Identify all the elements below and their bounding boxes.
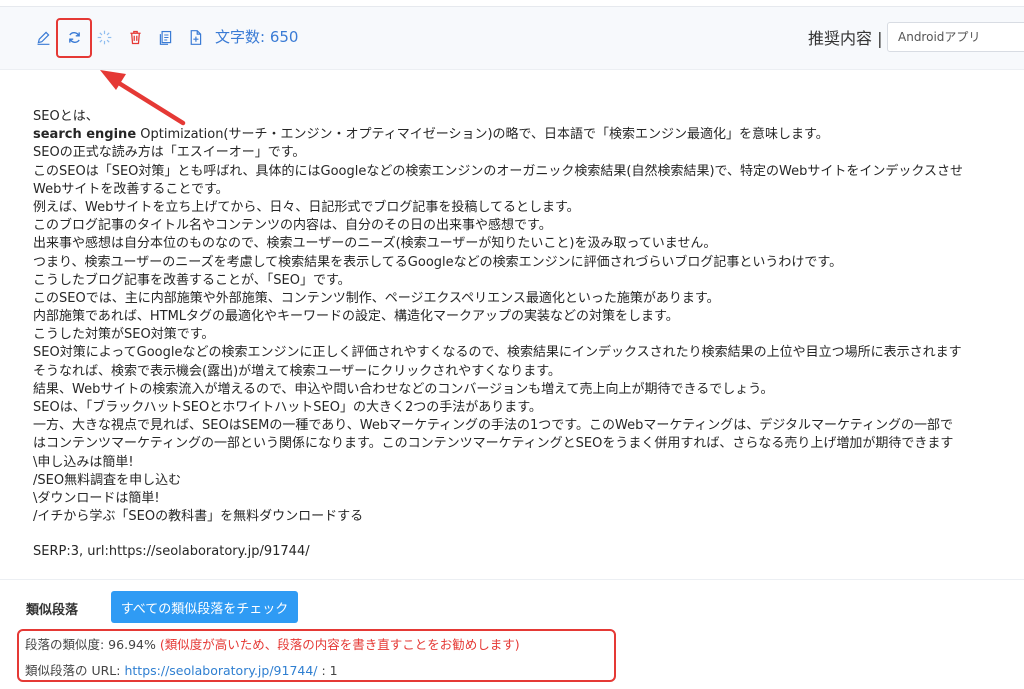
recommend-label: 推奨内容 | [808, 29, 883, 48]
content-line: \ダウンロードは簡単! [33, 490, 160, 506]
bold-term: search engine [33, 127, 137, 143]
similarity-highlight-box [17, 629, 616, 682]
content-line: このSEOでは、主に内部施策や外部施策、コンテンツ制作、ページエクスペリエンス最… [33, 290, 720, 306]
similar-paragraph-title: 類似段落 [26, 603, 79, 618]
content-line: SEOの正式な読み方は「エスイーオー」です。 [33, 145, 306, 161]
add-document-icon[interactable] [186, 28, 204, 46]
content-line: こうしたブログ記事を改善することが、「SEO」です。 [33, 272, 351, 288]
content-line: つまり、検索ユーザーのニーズを考慮して検索結果を表示してるGoogleなどの検索… [33, 254, 843, 270]
toolbar: 文字数: 650 推奨内容 | Androidアプリ [0, 7, 1024, 70]
delete-icon[interactable] [126, 28, 144, 46]
content-line: Webサイトを改善することです。 [33, 181, 229, 197]
article-content: SEOとは、 search engine Optimization(サーチ・エン… [33, 108, 1024, 526]
content-line: SEOは、「ブラックハットSEOとホワイトハットSEO」の大きく2つの手法があり… [33, 400, 542, 415]
content-line: 例えば、Webサイトを立ち上げてから、日々、日記形式でブログ記事を投稿してるとし… [33, 199, 580, 215]
editor-panel: 文字数: 650 推奨内容 | Androidアプリ SEOとは、 search… [0, 6, 1024, 689]
content-line: /SEO無料調査を申し込む [33, 472, 182, 488]
content-line: 一方、大きな視点で見れば、SEOはSEMの一種であり、Webマーケティングの手法… [33, 418, 954, 434]
check-all-similar-button[interactable]: すべての類似段落をチェック [111, 591, 298, 623]
content-line: このブログ記事のタイトル名やコンテンツの内容は、自分のその日の出来事や感想です。 [33, 218, 552, 234]
content-line: 内部施策であれば、HTMLタグの最適化やキーワードの設定、構造化マークアップの実… [33, 309, 679, 325]
content-line: こうした対策がSEO対策です。 [33, 327, 215, 343]
content-line: SEO対策によってGoogleなどの検索エンジンに正しく評価されやすくなるので、… [33, 345, 962, 361]
edit-icon[interactable] [34, 28, 52, 46]
content-line: 結果、Webサイトの検索流入が増えるので、申込や問い合わせなどのコンバージョンも… [33, 381, 774, 397]
sparkle-icon[interactable] [95, 28, 113, 46]
content-line: \申し込みは簡単! [33, 454, 134, 470]
serp-info: SERP:3, url:https://seolaboratory.jp/917… [33, 544, 310, 559]
refresh-highlight-box [56, 18, 92, 58]
content-line: そうなれば、検索で表示機会(露出)が増えて検索ユーザーにクリックされやすくなりま… [33, 363, 561, 379]
content-line: /イチから学ぶ「SEOの教科書」を無料ダウンロードする [33, 509, 364, 525]
content-text: Optimization(サーチ・エンジン・オプティマイゼーション)の略で、日本… [136, 127, 829, 143]
section-divider [0, 579, 1024, 580]
content-line: はコンテンツマーケティングの一部という関係になります。このコンテンツマーケティン… [33, 436, 954, 452]
content-line: search engine Optimization(サーチ・エンジン・オプティ… [33, 126, 1024, 144]
content-line: SEOとは、 [33, 109, 99, 124]
character-count: 文字数: 650 [215, 28, 299, 46]
content-line: 出来事や感想は自分本位のものなので、検索ユーザーのニーズ(検索ユーザーが知りたい… [33, 236, 717, 252]
copy-icon[interactable] [156, 28, 174, 46]
recommend-select[interactable]: Androidアプリ [887, 22, 1024, 52]
content-line: このSEOは「SEO対策」とも呼ばれ、具体的にはGoogleなどの検索エンジンの… [33, 163, 963, 179]
